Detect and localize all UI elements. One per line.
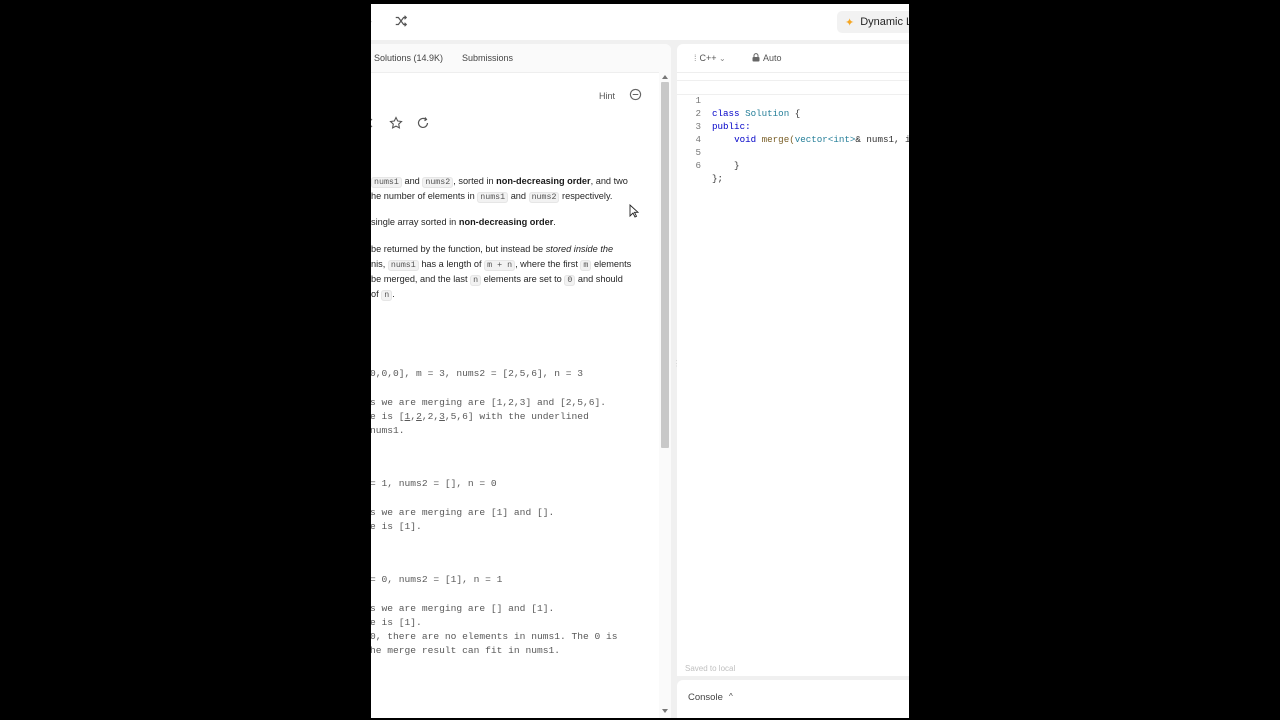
code-editor-panel: ⁞ C++ ⌄ Auto 1 class Solution { 2 public:… — [677, 44, 909, 676]
example-3-explanation-4: he merge result can fit in nums1. — [371, 645, 560, 656]
statement-line-5: nis, nums1 has a length of m + n, where … — [371, 259, 632, 271]
sparkle-icon: ✦ — [845, 16, 855, 29]
chevron-left-icon[interactable] — [371, 116, 373, 130]
mouse-cursor-icon — [629, 204, 639, 218]
description-scroll-thumb[interactable] — [661, 82, 669, 448]
refresh-icon[interactable] — [416, 116, 430, 130]
back-chevron-icon[interactable]: › — [371, 14, 372, 28]
code-line: 3 void merge(vector<int>& nums1, int — [695, 121, 909, 145]
console-label[interactable]: Console — [688, 692, 723, 703]
example-1-explanation-3: nums1. — [371, 425, 405, 436]
panel-tabs: Solutions (14.9K) Submissions — [371, 44, 671, 73]
lock-icon — [752, 53, 760, 62]
example-3-explanation-3: 0, there are no elements in nums1. The 0… — [371, 631, 618, 642]
tab-submissions[interactable]: Submissions — [462, 53, 513, 63]
tab-solutions[interactable]: Solutions (14.9K) — [374, 53, 443, 63]
statement-line-3: single array sorted in non-decreasing or… — [371, 217, 556, 227]
hint-button[interactable]: Hint — [599, 91, 615, 101]
editor-header: ⁞ C++ ⌄ Auto — [677, 44, 909, 73]
example-3-input: = 0, nums2 = [1], n = 1 — [371, 574, 503, 585]
example-3-explanation-1: s we are merging are [] and [1]. — [371, 603, 555, 614]
chevron-up-icon[interactable]: ^ — [729, 692, 733, 701]
scroll-up-arrow-icon[interactable] — [662, 75, 668, 79]
statement-line-4: be returned by the function, but instead… — [371, 244, 614, 254]
dynamic-layout-label: Dynamic L — [860, 16, 909, 28]
auto-mode-toggle[interactable]: Auto — [752, 53, 782, 63]
example-1-input: 0,0,0], m = 3, nums2 = [2,5,6], n = 3 — [371, 368, 584, 379]
code-line: 1 class Solution { — [677, 80, 909, 119]
hint-toggle-icon[interactable] — [629, 88, 642, 101]
statement-line-2: he number of elements in nums1 and nums2… — [371, 191, 613, 203]
example-2-explanation-2: e is [1]. — [371, 521, 422, 532]
statement-line-6: be merged, and the last n elements are s… — [371, 274, 623, 286]
scroll-down-arrow-icon[interactable] — [662, 709, 668, 713]
problem-description: Hint nums1 and nums2, sorted in non-decr… — [371, 72, 659, 718]
language-select[interactable]: ⁞ C++ ⌄ — [694, 53, 726, 63]
example-3-explanation-2: e is [1]. — [371, 617, 422, 628]
saved-status: Saved to local — [685, 664, 736, 673]
example-1-explanation-2: e is [1,2,2,3,5,6] with the underlined — [371, 411, 589, 422]
code-line: 6 }; — [695, 160, 724, 184]
code-line: 2 public: — [695, 108, 751, 132]
statement-line-7: of n. — [371, 289, 395, 301]
statement-line-1: nums1 and nums2, sorted in non-decreasin… — [371, 174, 628, 190]
example-2-explanation-1: s we are merging are [1] and []. — [371, 507, 555, 518]
shuffle-icon[interactable] — [394, 14, 408, 28]
console-bar[interactable]: Console ^ — [677, 680, 909, 718]
example-1-explanation-1: s we are merging are [1,2,3] and [2,5,6]… — [371, 397, 607, 408]
code-line: 4 — [695, 134, 701, 145]
description-panel: Solutions (14.9K) Submissions Hint nums1… — [371, 44, 671, 718]
top-bar: › ✦ Dynamic L — [371, 4, 909, 40]
app-window: › ✦ Dynamic L Solutions (14.9K) Submissi… — [371, 4, 909, 718]
example-2-input: = 1, nums2 = [], n = 0 — [371, 478, 497, 489]
dynamic-layout-button[interactable]: ✦ Dynamic L — [837, 11, 909, 33]
drag-handle-icon: ⁞ — [694, 53, 697, 63]
star-icon[interactable] — [389, 116, 403, 130]
chevron-down-icon: ⌄ — [719, 54, 726, 63]
code-line: 5 } — [695, 147, 740, 171]
